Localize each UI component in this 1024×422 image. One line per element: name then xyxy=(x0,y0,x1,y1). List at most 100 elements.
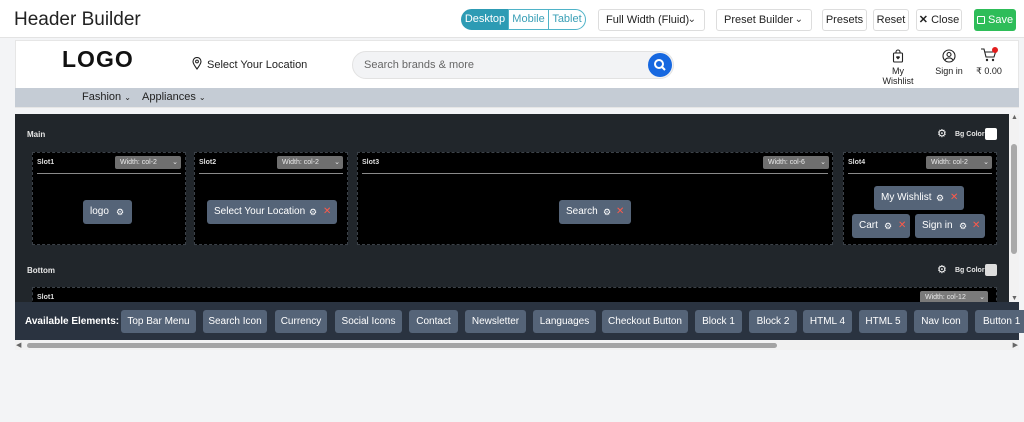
slot-width-select[interactable]: Width: col-2 ⌄ xyxy=(277,156,343,169)
section-bottom-label: Bottom xyxy=(27,266,55,275)
gear-icon[interactable]: ⚙ xyxy=(959,214,967,238)
wishlist-bag-icon xyxy=(892,49,904,63)
element-nav-icon[interactable]: Nav Icon xyxy=(914,310,968,333)
slot-name: Slot1 xyxy=(37,294,55,301)
remove-icon[interactable]: ✕ xyxy=(950,186,958,210)
width-select[interactable]: Full Width (Fluid) ⌄ xyxy=(598,9,705,31)
page-title: Header Builder xyxy=(14,9,141,30)
slot-width-select[interactable]: Width: col-2 ⌄ xyxy=(115,156,181,169)
scroll-right-icon[interactable]: ▶ xyxy=(1013,341,1018,349)
search-placeholder: Search brands & more xyxy=(364,59,475,71)
chip-label: logo xyxy=(90,206,109,217)
element-contact[interactable]: Contact xyxy=(409,310,458,333)
nav-item-appliances[interactable]: Appliances ⌄ xyxy=(142,91,206,103)
gear-icon[interactable]: ⚙ xyxy=(937,263,947,276)
scrollbar-thumb[interactable] xyxy=(1011,144,1017,254)
wishlist-link[interactable]: My Wishlist xyxy=(876,49,920,86)
chevron-down-icon: ⌄ xyxy=(979,294,985,301)
slot-width-value: Width: col-6 xyxy=(768,159,805,166)
element-html-5[interactable]: HTML 5 xyxy=(859,310,907,333)
element-social-icons[interactable]: Social Icons xyxy=(335,310,402,333)
signin-link[interactable]: Sign in xyxy=(934,49,964,76)
chip-label: Sign in xyxy=(922,220,953,231)
horizontal-scrollbar[interactable]: ◀ ▶ xyxy=(15,340,1019,350)
search-button[interactable] xyxy=(648,53,672,77)
wishlist-label: My Wishlist xyxy=(882,66,914,86)
available-elements-bar: Available Elements: Top Bar Menu Search … xyxy=(15,302,1024,340)
chevron-down-icon: ⌄ xyxy=(198,93,206,102)
section-main-label: Main xyxy=(27,130,46,139)
element-chip-search[interactable]: Search ⚙ ✕ xyxy=(559,200,631,224)
bg-color-checkbox[interactable] xyxy=(985,128,997,140)
element-chip-cart[interactable]: Cart ⚙ ✕ xyxy=(852,214,910,238)
element-currency[interactable]: Currency xyxy=(275,310,327,333)
scroll-up-icon[interactable]: ▲ xyxy=(1011,114,1018,121)
close-icon: ✕ xyxy=(918,14,929,26)
chevron-down-icon: ⌄ xyxy=(172,159,178,166)
chevron-down-icon: ⌄ xyxy=(124,93,131,102)
device-tab-tablet[interactable]: Tablet xyxy=(548,9,586,30)
element-chip-logo[interactable]: logo ⚙ xyxy=(83,200,132,224)
top-bar: Header Builder Desktop Mobile Tablet Ful… xyxy=(0,0,1024,38)
gear-icon[interactable]: ⚙ xyxy=(116,200,124,224)
element-newsletter[interactable]: Newsletter xyxy=(465,310,526,333)
close-button[interactable]: ✕ Close xyxy=(916,9,962,31)
cart-link[interactable]: ₹ 0.00 xyxy=(974,47,1004,77)
element-html-4[interactable]: HTML 4 xyxy=(803,310,852,333)
presets-button[interactable]: Presets xyxy=(822,9,867,31)
gear-icon[interactable]: ⚙ xyxy=(603,200,611,224)
bg-color-checkbox[interactable] xyxy=(985,264,997,276)
builder-canvas: Main ⚙ Bg Color Slot1 Width: col-2 ⌄ logo… xyxy=(15,114,1009,302)
slot-bottom-1[interactable]: Slot1 Width: col-12 ⌄ xyxy=(32,287,997,302)
preset-builder-select[interactable]: Preset Builder ⌄ xyxy=(716,9,812,31)
gear-icon[interactable]: ⚙ xyxy=(936,186,944,210)
slot-width-value: Width: col-2 xyxy=(931,159,968,166)
vertical-scrollbar[interactable]: ▲ ▼ xyxy=(1009,114,1019,302)
element-checkout-button[interactable]: Checkout Button xyxy=(602,310,688,333)
search-icon xyxy=(654,59,666,71)
save-button[interactable]: Save xyxy=(974,9,1016,31)
location-label: Select Your Location xyxy=(207,59,308,71)
gear-icon[interactable]: ⚙ xyxy=(937,127,947,140)
element-top-bar-menu[interactable]: Top Bar Menu xyxy=(121,310,196,333)
scroll-left-icon[interactable]: ◀ xyxy=(16,341,21,349)
remove-icon[interactable]: ✕ xyxy=(323,200,331,224)
gear-icon[interactable]: ⚙ xyxy=(884,214,892,238)
slot-name: Slot4 xyxy=(848,159,866,166)
slot-main-2[interactable]: Slot2 Width: col-2 ⌄ Select Your Location… xyxy=(194,152,348,245)
element-button-1[interactable]: Button 1 xyxy=(975,310,1024,333)
element-search-icon[interactable]: Search Icon xyxy=(203,310,267,333)
slot-width-select[interactable]: Width: col-12 ⌄ xyxy=(920,291,988,302)
remove-icon[interactable]: ✕ xyxy=(616,200,624,224)
element-chip-location[interactable]: Select Your Location ⚙ ✕ xyxy=(207,200,337,224)
slot-name: Slot2 xyxy=(199,159,217,166)
element-chip-wishlist[interactable]: My Wishlist ⚙ ✕ xyxy=(874,186,964,210)
search-bar[interactable]: Search brands & more xyxy=(352,51,674,79)
gear-icon[interactable]: ⚙ xyxy=(309,200,317,224)
reset-button[interactable]: Reset xyxy=(873,9,909,31)
slot-main-4[interactable]: Slot4 Width: col-2 ⌄ My Wishlist ⚙ ✕ Cart… xyxy=(843,152,997,245)
scrollbar-thumb[interactable] xyxy=(27,343,777,348)
preset-select-value: Preset Builder xyxy=(724,14,794,26)
element-chip-signin[interactable]: Sign in ⚙ ✕ xyxy=(915,214,985,238)
element-block-1[interactable]: Block 1 xyxy=(695,310,742,333)
slot-main-1[interactable]: Slot1 Width: col-2 ⌄ logo ⚙ xyxy=(32,152,186,245)
slot-name: Slot3 xyxy=(362,159,380,166)
slot-width-select[interactable]: Width: col-2 ⌄ xyxy=(926,156,992,169)
location-selector[interactable]: Select Your Location xyxy=(192,56,308,71)
cart-icon xyxy=(981,47,998,62)
device-tab-mobile[interactable]: Mobile xyxy=(508,9,549,30)
slot-width-select[interactable]: Width: col-6 ⌄ xyxy=(763,156,829,169)
slot-main-3[interactable]: Slot3 Width: col-6 ⌄ Search ⚙ ✕ xyxy=(357,152,833,245)
chevron-down-icon: ⌄ xyxy=(794,14,803,25)
remove-icon[interactable]: ✕ xyxy=(898,214,906,238)
element-languages[interactable]: Languages xyxy=(533,310,596,333)
chevron-down-icon: ⌄ xyxy=(820,159,826,166)
close-label: Close xyxy=(931,14,960,26)
nav-item-fashion[interactable]: Fashion ⌄ xyxy=(82,91,131,103)
element-block-2[interactable]: Block 2 xyxy=(749,310,797,333)
remove-icon[interactable]: ✕ xyxy=(972,214,980,238)
device-tab-desktop[interactable]: Desktop xyxy=(461,9,509,30)
slot-divider xyxy=(848,173,992,174)
scroll-down-icon[interactable]: ▼ xyxy=(1011,295,1018,302)
